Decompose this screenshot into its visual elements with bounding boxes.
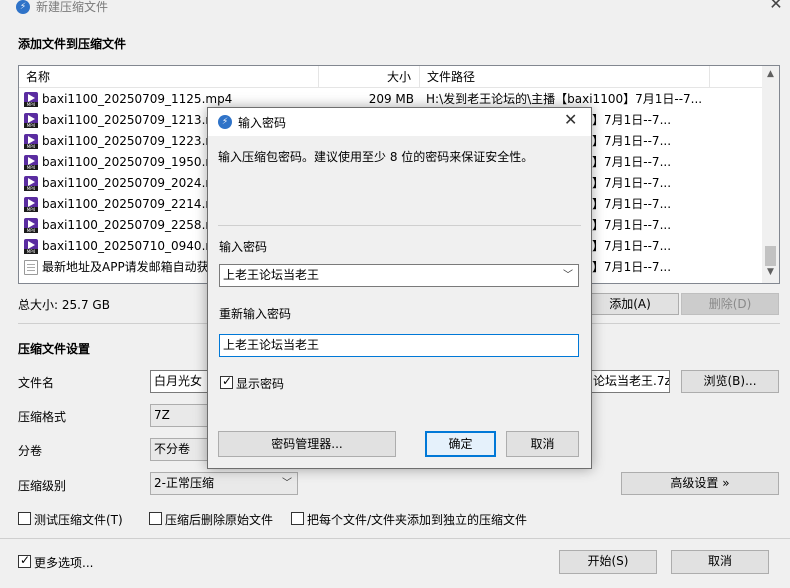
file-path-cell: 】7月1日--7... — [592, 113, 672, 127]
format-label: 压缩格式 — [18, 410, 67, 424]
mp4-file-icon: MP4 — [24, 113, 38, 128]
file-list-header: 名称 大小 文件路径 — [19, 66, 763, 88]
browse-button[interactable]: 浏览(B)... — [681, 370, 779, 393]
dialog-cancel-button[interactable]: 取消 — [506, 431, 579, 457]
scroll-thumb[interactable] — [765, 246, 776, 266]
test-archive-checkbox[interactable] — [18, 512, 31, 525]
password-label: 输入密码 — [219, 240, 268, 254]
start-button[interactable]: 开始(S) — [559, 550, 657, 574]
column-header-path[interactable]: 文件路径 — [420, 66, 710, 88]
app-logo-icon: ⚡ — [16, 0, 30, 14]
column-header-size[interactable]: 大小 — [319, 66, 420, 88]
app-logo-icon: ⚡ — [218, 115, 232, 129]
mp4-file-icon: MP4 — [24, 197, 38, 212]
dialog-close-button[interactable]: ✕ — [564, 110, 577, 129]
volume-label: 分卷 — [18, 444, 43, 458]
mp4-file-icon: MP4 — [24, 155, 38, 170]
file-path-cell: 】7月1日--7... — [592, 260, 672, 274]
level-select-value: 2-正常压缩 — [154, 476, 214, 490]
main-cancel-button[interactable]: 取消 — [671, 550, 769, 574]
reenter-password-label: 重新输入密码 — [219, 307, 292, 321]
reenter-password-input[interactable]: 上老王论坛当老王 — [219, 334, 579, 357]
mp4-file-icon: MP4 — [24, 176, 38, 191]
mp4-file-icon: MP4 — [24, 134, 38, 149]
delete-originals-label[interactable]: 压缩后删除原始文件 — [165, 511, 273, 528]
show-password-checkbox[interactable] — [220, 374, 233, 389]
level-label: 压缩级别 — [18, 479, 67, 493]
dialog-description: 输入压缩包密码。建议使用至少 8 位的密码来保证安全性。 — [218, 150, 534, 164]
window-title: 新建压缩文件 — [36, 0, 109, 14]
more-options-checkbox[interactable] — [18, 553, 31, 568]
chevron-down-icon: ﹀ — [282, 478, 292, 489]
mp4-file-icon: MP4 — [24, 218, 38, 233]
total-size-text: 总大小: 25.7 GB — [18, 298, 110, 312]
divider — [218, 225, 581, 226]
mp4-file-icon: MP4 — [24, 239, 38, 254]
filename-label: 文件名 — [18, 376, 55, 390]
add-files-heading: 添加文件到压缩文件 — [18, 37, 127, 51]
separate-archives-label[interactable]: 把每个文件/文件夹添加到独立的压缩文件 — [307, 511, 527, 528]
scroll-up-icon[interactable]: ▲ — [762, 66, 779, 83]
delete-button[interactable]: 删除(D) — [681, 293, 779, 315]
file-path-cell: 】7月1日--7... — [592, 155, 672, 169]
filename-input[interactable]: 白月光女 — [150, 370, 210, 393]
mp4-file-icon: MP4 — [24, 92, 38, 107]
column-header-name[interactable]: 名称 — [19, 66, 319, 88]
volume-select[interactable]: 不分卷 — [150, 438, 210, 461]
dialog-title-bar: ⚡ 输入密码 ✕ — [208, 108, 591, 136]
window-close-button[interactable]: ✕ — [762, 0, 790, 18]
vertical-scrollbar[interactable]: ▲ ▼ — [762, 66, 779, 283]
separate-archives-checkbox[interactable] — [291, 512, 304, 525]
level-select[interactable]: 2-正常压缩 ﹀ — [150, 472, 298, 495]
add-button[interactable]: 添加(A) — [581, 293, 679, 315]
chevron-down-icon[interactable]: ﹀ — [563, 265, 573, 286]
compression-settings-heading: 压缩文件设置 — [18, 342, 91, 356]
format-select[interactable]: 7Z — [150, 404, 210, 427]
divider — [0, 538, 790, 539]
dialog-title: 输入密码 — [238, 116, 287, 130]
scroll-down-icon[interactable]: ▼ — [762, 264, 779, 281]
password-input-value: 上老王论坛当老王 — [223, 268, 320, 282]
password-dialog: ⚡ 输入密码 ✕ 输入压缩包密码。建议使用至少 8 位的密码来保证安全性。 输入… — [207, 107, 592, 469]
advanced-settings-button[interactable]: 高级设置 » — [621, 472, 779, 495]
more-options-label[interactable]: 更多选项... — [34, 554, 93, 571]
file-path-cell: 】7月1日--7... — [592, 134, 672, 148]
title-bar: ⚡ 新建压缩文件 ✕ — [0, 0, 790, 20]
password-input[interactable]: 上老王论坛当老王 ﹀ — [219, 264, 579, 287]
file-path-cell: 】7月1日--7... — [592, 218, 672, 232]
file-path-cell: 】7月1日--7... — [592, 176, 672, 190]
filename-input-tail[interactable]: 论坛当老王.7z — [590, 370, 670, 393]
ok-button[interactable]: 确定 — [425, 431, 496, 457]
delete-originals-checkbox[interactable] — [149, 512, 162, 525]
password-manager-button[interactable]: 密码管理器... — [218, 431, 396, 457]
text-file-icon — [24, 260, 38, 275]
file-path-cell: 】7月1日--7... — [592, 197, 672, 211]
file-path-cell: 】7月1日--7... — [592, 239, 672, 253]
show-password-label[interactable]: 显示密码 — [236, 375, 284, 392]
test-archive-label[interactable]: 测试压缩文件(T) — [34, 511, 123, 528]
